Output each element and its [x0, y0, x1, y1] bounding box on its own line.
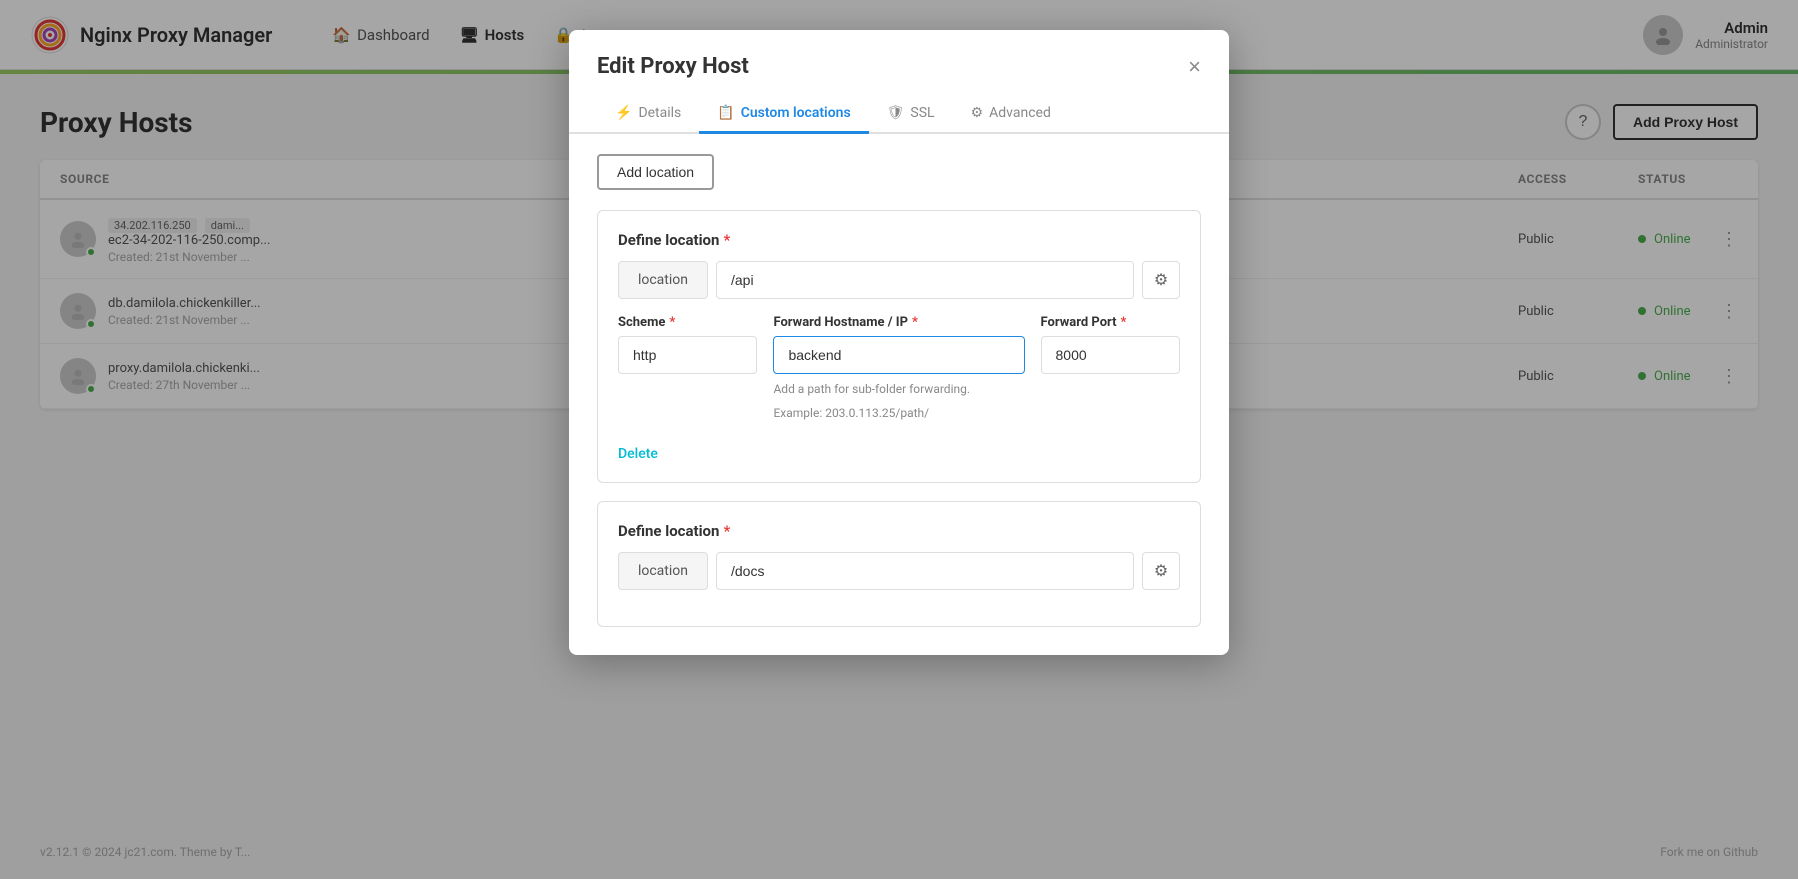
forward-port-field: Forward Port *: [1041, 315, 1180, 422]
scheme-input[interactable]: [618, 336, 757, 374]
required-indicator: *: [912, 315, 918, 330]
tab-ssl[interactable]: 🛡 SSL: [869, 95, 953, 134]
location-path-row: location ⚙: [618, 261, 1180, 299]
modal-overlay: Edit Proxy Host × ⚡ Details 📋 Custom loc…: [0, 0, 1798, 879]
modal-header: Edit Proxy Host ×: [569, 30, 1229, 79]
shield-icon: 🛡: [887, 105, 905, 121]
forward-row: Scheme * Forward Hostname / IP * Add a p…: [618, 315, 1180, 422]
bolt-icon: ⚡: [615, 105, 632, 121]
modal-close-button[interactable]: ×: [1188, 56, 1201, 78]
location-prefix-2: location: [618, 552, 708, 590]
location-gear-button[interactable]: ⚙: [1142, 261, 1180, 299]
forward-port-label: Forward Port *: [1041, 315, 1180, 330]
hint-text-1: Add a path for sub-folder forwarding.: [773, 380, 1024, 398]
scheme-field: Scheme *: [618, 315, 757, 422]
gear-icon: ⚙: [971, 105, 984, 121]
forward-hostname-field: Forward Hostname / IP * Add a path for s…: [773, 315, 1024, 422]
location-define-label-2: Define location *: [618, 522, 1180, 540]
hint-text-2: Example: 203.0.113.25/path/: [773, 404, 1024, 422]
location-prefix: location: [618, 261, 708, 299]
modal: Edit Proxy Host × ⚡ Details 📋 Custom loc…: [569, 30, 1229, 655]
required-indicator: *: [1121, 315, 1127, 330]
required-indicator: *: [669, 315, 675, 330]
location-gear-button-2[interactable]: ⚙: [1142, 552, 1180, 590]
scheme-label: Scheme *: [618, 315, 757, 330]
tab-details[interactable]: ⚡ Details: [597, 95, 699, 134]
modal-tabs: ⚡ Details 📋 Custom locations 🛡 SSL ⚙ Adv…: [569, 95, 1229, 134]
required-indicator: *: [723, 231, 730, 249]
modal-title: Edit Proxy Host: [597, 54, 749, 79]
add-location-button[interactable]: Add location: [597, 154, 714, 190]
forward-port-input[interactable]: [1041, 336, 1180, 374]
required-indicator: *: [723, 522, 730, 540]
location-path-input[interactable]: [716, 261, 1134, 299]
gear-settings-icon-2: ⚙: [1154, 561, 1168, 581]
tab-advanced[interactable]: ⚙ Advanced: [953, 95, 1069, 134]
location-card-1: Define location * location ⚙ Scheme *: [597, 210, 1201, 483]
tab-custom-locations[interactable]: 📋 Custom locations: [699, 95, 868, 134]
forward-hostname-input[interactable]: [773, 336, 1024, 374]
modal-body: Add location Define location * location …: [569, 134, 1229, 655]
location-path-row-2: location ⚙: [618, 552, 1180, 590]
location-card-2: Define location * location ⚙: [597, 501, 1201, 627]
delete-location-link[interactable]: Delete: [618, 446, 658, 462]
location-path-input-2[interactable]: [716, 552, 1134, 590]
location-define-label: Define location *: [618, 231, 1180, 249]
layers-icon: 📋: [717, 105, 734, 121]
gear-settings-icon: ⚙: [1154, 270, 1168, 290]
forward-hostname-label: Forward Hostname / IP *: [773, 315, 1024, 330]
